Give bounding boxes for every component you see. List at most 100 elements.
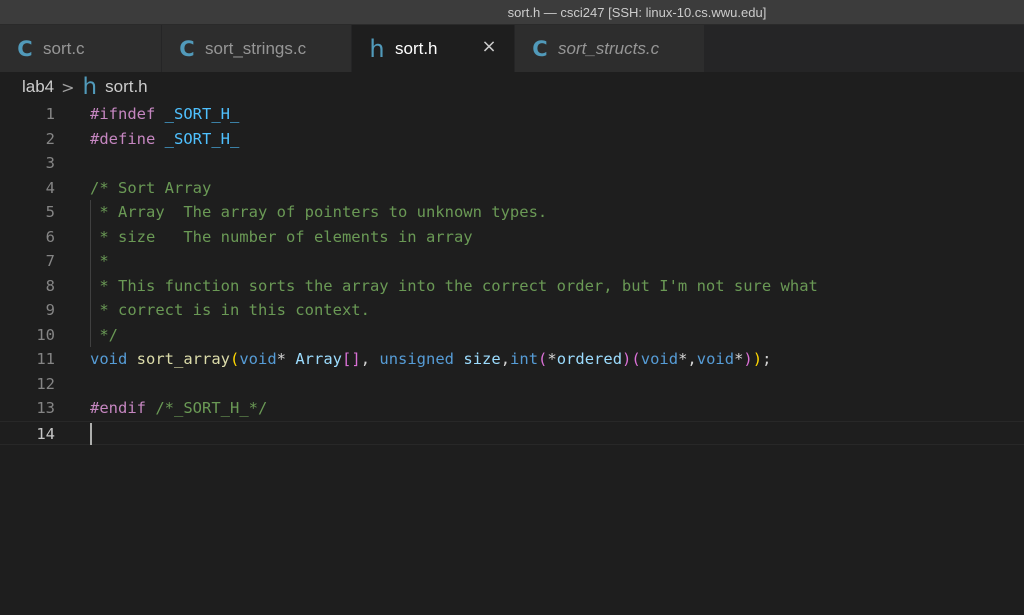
line-number: 14 [36, 424, 55, 443]
code-text[interactable]: #define _SORT_H_ [90, 127, 239, 152]
h-file-icon: h [369, 34, 385, 63]
line-number: 9 [45, 301, 55, 319]
code-token: [] [342, 350, 361, 368]
code-token: * This function sorts the array into the… [90, 276, 818, 295]
line-number: 10 [36, 325, 55, 344]
code-text[interactable]: * size The number of elements in array [90, 225, 473, 250]
code-line[interactable]: 7 * [0, 249, 1024, 274]
code-token: size [463, 350, 501, 368]
code-line[interactable]: 1 #ifndef _SORT_H_ [0, 102, 1024, 127]
code-line[interactable]: 6 * size The number of elements in array [0, 225, 1024, 250]
line-number: 13 [36, 399, 55, 417]
text-cursor [90, 423, 92, 445]
code-line[interactable]: 5 * Array The array of pointers to unkno… [0, 200, 1024, 225]
line-number: 11 [36, 350, 55, 368]
c-file-icon: C [179, 36, 195, 61]
line-number: 3 [45, 154, 55, 172]
tab-sort-h[interactable]: h sort.h × [352, 25, 515, 72]
code-text[interactable]: * This function sorts the array into the… [90, 274, 818, 299]
tab-sort-c[interactable]: C sort.c [0, 25, 162, 72]
code-token: void [640, 350, 679, 368]
line-number: 8 [45, 276, 55, 295]
line-number: 4 [45, 178, 55, 197]
code-token: _SORT_H_ [164, 105, 240, 123]
code-text[interactable]: * correct is in this context. [90, 298, 370, 323]
line-number: 1 [45, 105, 55, 123]
code-token: ( [631, 350, 641, 368]
code-token: * size The number of elements in array [90, 227, 473, 246]
c-file-icon: C [532, 36, 548, 61]
tab-label: sort_structs.c [558, 38, 660, 58]
line-number: 6 [45, 227, 55, 246]
code-token: #define [90, 129, 156, 148]
code-line[interactable]: 2 #define _SORT_H_ [0, 127, 1024, 152]
code-token: Array [295, 350, 343, 368]
code-line[interactable]: 11 void sort_array(void* Array[], unsigne… [0, 347, 1024, 372]
code-line[interactable]: 8 * This function sorts the array into t… [0, 274, 1024, 299]
code-token: *, [678, 350, 697, 368]
code-token: sort_array [136, 350, 230, 368]
code-token: /* Sort Array [90, 178, 212, 197]
tab-label: sort.c [43, 38, 85, 58]
chevron-right-icon: > [61, 77, 75, 97]
code-line[interactable]: 3 [0, 151, 1024, 176]
tab-label: sort_strings.c [205, 38, 307, 58]
code-token: _SORT_H_ [164, 129, 240, 148]
code-token: /*_SORT_H_*/ [155, 399, 268, 417]
code-text[interactable]: void sort_array(void* Array[], unsigned … [90, 347, 771, 372]
code-text[interactable]: #ifndef _SORT_H_ [90, 102, 239, 127]
code-token: * [276, 350, 296, 368]
code-token: ( [538, 350, 548, 368]
h-file-icon: h [82, 74, 98, 100]
code-token: void [696, 350, 735, 368]
line-number: 7 [45, 252, 55, 270]
title-bar: sort.h — csci247 [SSH: linux-10.cs.wwu.e… [0, 0, 1024, 25]
code-token: ordered [556, 350, 623, 368]
line-number: 12 [36, 374, 55, 393]
breadcrumb-folder[interactable]: lab4 [22, 77, 54, 97]
tab-bar: C sort.c C sort_strings.c h sort.h × C s… [0, 25, 1024, 72]
code-line[interactable]: 10 */ [0, 323, 1024, 348]
code-text[interactable]: */ [90, 323, 118, 348]
code-token: ; [762, 350, 772, 368]
code-token: #ifndef [90, 105, 156, 123]
code-token: * Array The array of pointers to unknown… [90, 203, 548, 221]
code-text[interactable]: /* Sort Array [90, 176, 211, 201]
code-token: unsigned [379, 350, 455, 368]
code-token: */ [90, 325, 118, 344]
code-token: #endif [90, 399, 146, 417]
code-editor[interactable]: 1 #ifndef _SORT_H_ 2 #define _SORT_H_ 3 4 /* S… [0, 102, 1024, 615]
code-token: ) [622, 350, 632, 368]
code-line[interactable]: 14 [0, 420, 1024, 447]
line-number: 2 [45, 129, 55, 148]
breadcrumb-file[interactable]: sort.h [105, 77, 148, 97]
tab-sort-structs-c[interactable]: C sort_structs.c [515, 25, 705, 72]
code-token: void [239, 350, 277, 368]
code-token: * [734, 350, 744, 368]
window-title: sort.h — csci247 [SSH: linux-10.cs.wwu.e… [507, 4, 767, 20]
code-token: , [360, 350, 380, 368]
code-token: * [547, 350, 557, 368]
tab-label: sort.h [395, 38, 438, 58]
tab-sort-strings-c[interactable]: C sort_strings.c [162, 25, 352, 72]
code-text[interactable]: #endif /*_SORT_H_*/ [90, 396, 267, 421]
code-token: int [510, 350, 539, 368]
code-text[interactable]: * Array The array of pointers to unknown… [90, 200, 547, 225]
code-line[interactable]: 4 /* Sort Array [0, 176, 1024, 201]
code-token: * correct is in this context. [90, 301, 370, 319]
code-text[interactable] [90, 422, 92, 447]
code-line[interactable]: 12 [0, 372, 1024, 397]
code-line[interactable]: 13 #endif /*_SORT_H_*/ [0, 396, 1024, 421]
line-number: 5 [45, 203, 55, 221]
c-file-icon: C [17, 36, 33, 61]
code-token: ) [743, 350, 753, 368]
code-line[interactable]: 9 * correct is in this context. [0, 298, 1024, 323]
code-text[interactable]: * [90, 249, 108, 274]
close-icon[interactable]: × [480, 38, 498, 56]
code-token: void [90, 350, 128, 368]
